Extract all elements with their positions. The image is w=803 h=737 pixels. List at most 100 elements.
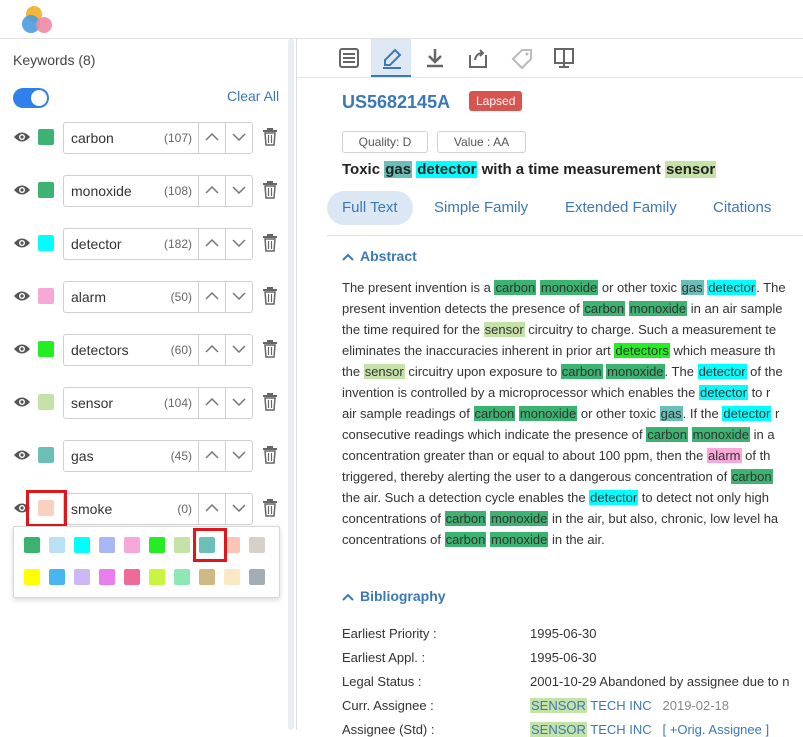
palette-color-swatch[interactable]	[174, 537, 190, 553]
eye-icon[interactable]	[13, 183, 31, 197]
abstract-text-segment: The present invention is a	[342, 280, 495, 295]
keyword-next-button[interactable]	[225, 493, 253, 525]
keyword-prev-button[interactable]	[198, 122, 226, 154]
palette-color-swatch[interactable]	[249, 537, 265, 553]
keyword-input[interactable]: alarm (50)	[63, 281, 199, 313]
keyword-color-swatch[interactable]	[38, 394, 54, 410]
keyword-prev-button[interactable]	[198, 175, 226, 207]
keyword-color-swatch[interactable]	[38, 288, 54, 304]
bibliography-heading[interactable]: Bibliography	[342, 588, 446, 604]
keyword-next-button[interactable]	[225, 440, 253, 472]
quality-pill: Quality: D	[342, 131, 428, 153]
eye-icon[interactable]	[13, 236, 31, 250]
trash-icon[interactable]	[262, 128, 278, 146]
keyword-color-swatch[interactable]	[38, 129, 54, 145]
abstract-text-segment: in the air.	[548, 532, 605, 547]
keyword-input[interactable]: smoke (0)	[63, 493, 199, 525]
trash-icon[interactable]	[262, 340, 278, 358]
palette-color-swatch[interactable]	[149, 537, 165, 553]
top-bar	[0, 0, 803, 39]
trash-icon[interactable]	[262, 446, 278, 464]
keyword-next-button[interactable]	[225, 334, 253, 366]
keyword-prev-button[interactable]	[198, 493, 226, 525]
eye-icon[interactable]	[13, 289, 31, 303]
palette-color-swatch[interactable]	[199, 569, 215, 585]
palette-color-swatch[interactable]	[99, 569, 115, 585]
compare-button[interactable]	[543, 39, 583, 77]
highlighter-button[interactable]	[371, 39, 411, 77]
highlight-toggle[interactable]	[13, 88, 49, 108]
keyword-count: (50)	[170, 290, 192, 304]
palette-color-swatch[interactable]	[24, 537, 40, 553]
keyword-highlight: carbon	[473, 406, 516, 421]
keyword-next-button[interactable]	[225, 122, 253, 154]
assignee-link[interactable]: SENSOR	[530, 698, 587, 713]
palette-color-swatch[interactable]	[49, 537, 65, 553]
keyword-input[interactable]: sensor (104)	[63, 387, 199, 419]
trash-icon[interactable]	[262, 234, 278, 252]
keyword-color-swatch[interactable]	[38, 341, 54, 357]
sidebar-scrollbar[interactable]	[288, 39, 294, 730]
palette-color-swatch[interactable]	[149, 569, 165, 585]
keyword-prev-button[interactable]	[198, 387, 226, 419]
abstract-heading[interactable]: Abstract	[342, 248, 417, 264]
abstract-text-segment: r	[771, 406, 780, 421]
keyword-input[interactable]: carbon (107)	[63, 122, 199, 154]
eye-icon[interactable]	[13, 448, 31, 462]
keyword-input[interactable]: monoxide (108)	[63, 175, 199, 207]
trash-icon[interactable]	[262, 181, 278, 199]
keyword-input[interactable]: gas (45)	[63, 440, 199, 472]
palette-color-swatch[interactable]	[124, 569, 140, 585]
keyword-prev-button[interactable]	[198, 281, 226, 313]
palette-color-swatch[interactable]	[249, 569, 265, 585]
palette-color-swatch[interactable]	[24, 569, 40, 585]
export-button[interactable]	[457, 39, 497, 77]
keyword-color-swatch[interactable]	[38, 235, 54, 251]
palette-color-swatch[interactable]	[124, 537, 140, 553]
trash-icon[interactable]	[262, 393, 278, 411]
keyword-color-swatch[interactable]	[38, 182, 54, 198]
tab-simple-family[interactable]: Simple Family	[434, 191, 528, 225]
patent-number[interactable]: US5682145A	[342, 92, 450, 113]
abstract-text-segment: to r	[747, 385, 771, 400]
palette-color-swatch[interactable]	[174, 569, 190, 585]
tab-full-text[interactable]: Full Text	[327, 191, 413, 225]
download-button[interactable]	[414, 39, 454, 77]
document-button[interactable]	[328, 39, 368, 77]
keyword-prev-button[interactable]	[198, 334, 226, 366]
eye-icon[interactable]	[13, 130, 31, 144]
keyword-input[interactable]: detectors (60)	[63, 334, 199, 366]
palette-color-swatch[interactable]	[74, 537, 90, 553]
clear-all-link[interactable]: Clear All	[227, 88, 279, 104]
keyword-color-swatch[interactable]	[38, 447, 54, 463]
tab-citations[interactable]: Citations	[713, 191, 771, 225]
app-logo[interactable]	[20, 4, 56, 34]
eye-icon[interactable]	[13, 395, 31, 409]
keyword-highlight: carbon	[560, 364, 603, 379]
keyword-input[interactable]: detector (182)	[63, 228, 199, 260]
abstract-line: invention is controlled by a microproces…	[342, 382, 803, 403]
keyword-next-button[interactable]	[225, 387, 253, 419]
tag-button[interactable]	[500, 39, 540, 77]
palette-color-swatch[interactable]	[74, 569, 90, 585]
keyword-name: gas	[71, 448, 94, 464]
abstract-line: concentrations of carbon monoxide in the…	[342, 508, 803, 529]
palette-color-swatch[interactable]	[224, 569, 240, 585]
palette-color-swatch[interactable]	[49, 569, 65, 585]
keyword-next-button[interactable]	[225, 228, 253, 260]
trash-icon[interactable]	[262, 287, 278, 305]
keyword-count: (182)	[163, 237, 192, 251]
keyword-prev-button[interactable]	[198, 440, 226, 472]
palette-color-swatch[interactable]	[99, 537, 115, 553]
keyword-highlight: detector	[707, 280, 757, 295]
assignee-link[interactable]: TECH INC	[587, 698, 651, 713]
keyword-next-button[interactable]	[225, 281, 253, 313]
keyword-highlight: detector	[697, 364, 747, 379]
eye-icon[interactable]	[13, 342, 31, 356]
keyword-count: (107)	[163, 131, 192, 145]
trash-icon[interactable]	[262, 499, 278, 517]
keyword-prev-button[interactable]	[198, 228, 226, 260]
keyword-row: detectors (60)	[0, 333, 288, 367]
tab-extended-family[interactable]: Extended Family	[565, 191, 677, 225]
keyword-next-button[interactable]	[225, 175, 253, 207]
